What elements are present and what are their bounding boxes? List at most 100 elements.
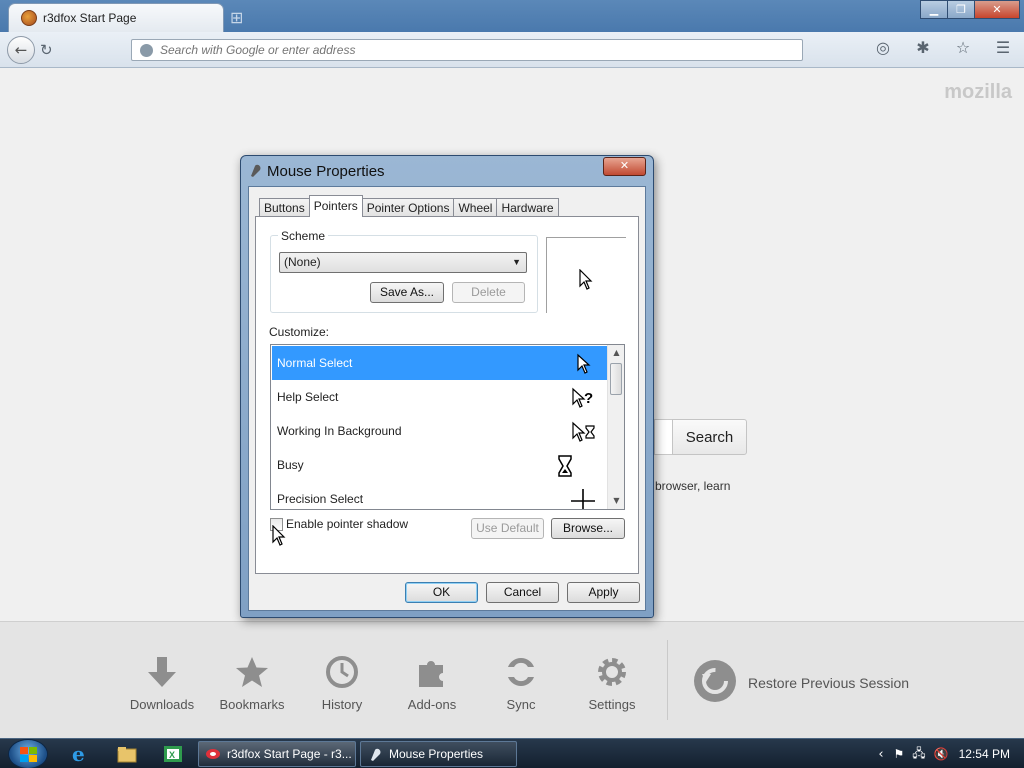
cursor-row-busy[interactable]: Busy [272, 448, 607, 482]
tab-start-page[interactable]: r3dfox Start Page [8, 3, 224, 32]
start-search-button[interactable]: Search [672, 419, 747, 455]
pointers-panel: Scheme (None) ▼ Save As... Delete Custom… [255, 216, 639, 574]
dialog-titlebar[interactable]: Mouse Properties ✕ [241, 156, 653, 186]
customize-label: Customize: [269, 325, 330, 339]
task-label: Mouse Properties [389, 747, 484, 761]
browse-button[interactable]: Browse... [551, 518, 625, 539]
cursor-row-label: Normal Select [277, 356, 353, 370]
scheme-select[interactable]: (None) ▼ [279, 252, 527, 273]
launcher-settings[interactable]: Settings [567, 652, 657, 712]
launcher-sync[interactable]: Sync [476, 652, 566, 712]
taskbar-task-mouse-properties[interactable]: Mouse Properties [360, 741, 517, 767]
bookmark-star-icon[interactable]: ☆ [950, 38, 976, 57]
launcher-bookmarks[interactable]: Bookmarks [207, 652, 297, 712]
svg-text:e: e [72, 743, 85, 765]
windows-taskbar: e X r3dfox Start Page - r3... Mouse Prop… [0, 738, 1024, 768]
launcher-label: Add-ons [407, 697, 457, 712]
dialog-close-button[interactable]: ✕ [603, 157, 646, 176]
reload-icon[interactable]: ↻ [40, 41, 53, 59]
svg-text:?: ? [584, 390, 593, 407]
launcher-bar: Downloads Bookmarks History Add-ons Sync… [0, 621, 1024, 738]
cursor-row-precision-select[interactable]: Precision Select [272, 482, 607, 509]
arrow-cursor-icon [577, 353, 591, 374]
hourglass-cursor-icon [558, 455, 572, 477]
launcher-downloads[interactable]: Downloads [117, 652, 207, 712]
account-icon[interactable]: ◎ [870, 38, 896, 57]
address-bar[interactable] [131, 39, 803, 61]
toolbar-icons: ◎ ✱ ☆ ☰ [870, 38, 1016, 57]
scroll-up-icon[interactable]: ▲ [608, 345, 624, 361]
restore-button[interactable]: ❐ [947, 0, 975, 19]
scroll-down-icon[interactable]: ▼ [608, 493, 624, 509]
tray-expand-icon[interactable]: ‹ [878, 747, 883, 762]
cursor-row-label: Help Select [277, 390, 339, 404]
minimize-button[interactable]: ▁ [920, 0, 948, 19]
dialog-client-area: Buttons Pointers Pointer Options Wheel H… [248, 186, 646, 611]
browser-titlebar: r3dfox Start Page ⊞ ▁ ❐ ✕ [0, 0, 1024, 32]
cursor-row-normal-select[interactable]: Normal Select [272, 346, 607, 380]
tab-pointer-options[interactable]: Pointer Options [361, 198, 455, 217]
launcher-addons[interactable]: Add-ons [387, 652, 477, 712]
task-label: r3dfox Start Page - r3... [227, 747, 352, 761]
cursor-row-working-in-background[interactable]: Working In Background [272, 414, 607, 448]
mouse-icon [249, 164, 263, 182]
help-cursor-icon: ? [572, 387, 593, 408]
tab-hardware[interactable]: Hardware [496, 198, 559, 217]
internet-explorer-icon[interactable]: e [70, 742, 92, 766]
clock[interactable]: 12:54 PM [959, 747, 1010, 761]
launcher-label: Settings [588, 697, 636, 712]
cursor-row-help-select[interactable]: Help Select ? [272, 380, 607, 414]
delete-button[interactable]: Delete [452, 282, 525, 303]
taskbar-task-browser[interactable]: r3dfox Start Page - r3... [198, 741, 356, 767]
clock-icon [297, 652, 387, 692]
file-explorer-icon[interactable] [116, 743, 138, 765]
cursor-list: Normal Select Help Select ? Working In B… [270, 344, 625, 510]
launcher-divider [667, 640, 668, 720]
save-as-button[interactable]: Save As... [370, 282, 444, 303]
tab-title: r3dfox Start Page [43, 11, 137, 25]
dialog-tabs: Buttons Pointers Pointer Options Wheel H… [259, 195, 559, 217]
mouse-properties-dialog: Mouse Properties ✕ Buttons Pointers Poin… [240, 155, 654, 618]
dialog-title: Mouse Properties [267, 163, 385, 180]
volume-muted-icon[interactable]: 🔇 [934, 747, 949, 761]
chevron-down-icon: ▼ [512, 257, 521, 267]
menu-icon[interactable]: ☰ [990, 38, 1016, 57]
start-button[interactable] [8, 739, 48, 768]
new-tab-icon[interactable]: ⊞ [230, 8, 243, 27]
windows-logo-icon [20, 747, 37, 762]
r3dfox-favicon-icon [21, 10, 37, 26]
tab-buttons[interactable]: Buttons [259, 198, 310, 217]
spreadsheet-app-icon[interactable]: X [162, 743, 184, 765]
star-icon [207, 652, 297, 692]
pointer-preview [546, 237, 626, 313]
puzzle-icon [387, 652, 477, 692]
busy-background-cursor-icon [572, 421, 595, 442]
launcher-history[interactable]: History [297, 652, 387, 712]
cursor-row-label: Working In Background [277, 424, 402, 438]
ok-button[interactable]: OK [405, 582, 478, 603]
address-input[interactable] [160, 43, 760, 57]
apply-button[interactable]: Apply [567, 582, 640, 603]
gear-icon [567, 652, 657, 692]
globe-icon [140, 43, 153, 57]
mouse-pointer-icon [272, 525, 286, 546]
tab-wheel[interactable]: Wheel [453, 198, 498, 217]
tab-pointers[interactable]: Pointers [308, 195, 363, 217]
back-button[interactable]: ← [7, 36, 35, 64]
network-icon[interactable]: 🖧 [912, 744, 925, 765]
start-search-input[interactable] [654, 419, 672, 455]
cursor-list-scrollbar[interactable]: ▲ ▼ [607, 345, 624, 509]
scroll-thumb[interactable] [610, 363, 622, 395]
extensions-icon[interactable]: ✱ [910, 38, 936, 57]
close-button[interactable]: ✕ [974, 0, 1020, 19]
action-center-icon[interactable]: ⚑ [894, 747, 905, 761]
launcher-label: Sync [506, 697, 536, 712]
cancel-button[interactable]: Cancel [486, 582, 559, 603]
use-default-button[interactable]: Use Default [471, 518, 544, 539]
snippet-text: browser, learn [655, 479, 731, 493]
launcher-label: Downloads [129, 697, 195, 712]
launcher-label: History [321, 697, 363, 712]
restore-session-button[interactable]: Restore Previous Session [692, 658, 909, 707]
window-controls: ▁ ❐ ✕ [920, 0, 1020, 19]
cursor-row-label: Precision Select [277, 492, 364, 506]
